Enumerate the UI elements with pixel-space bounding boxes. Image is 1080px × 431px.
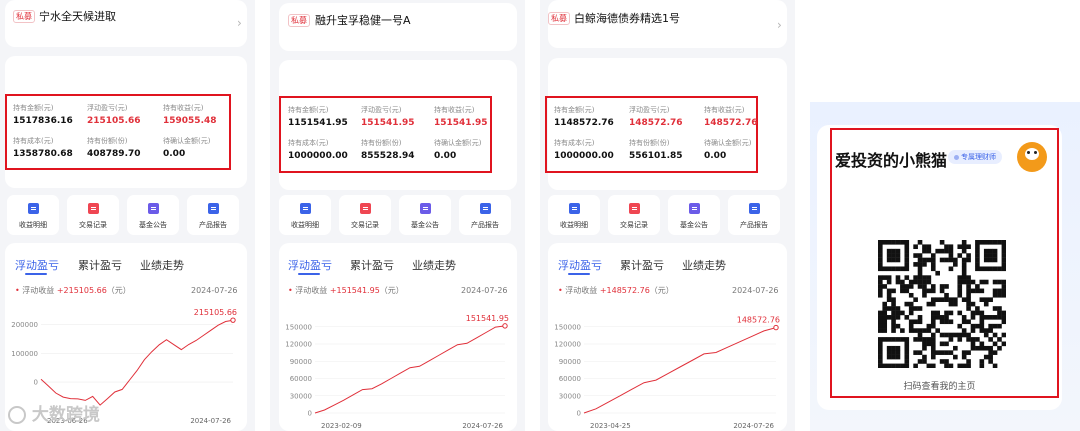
y-tick-label: 30000 <box>559 392 581 400</box>
holding-cell: 持有收益(元) 148572.76 <box>704 106 758 128</box>
x-tick-label: 2024-07-26 <box>733 422 774 430</box>
holding-cell: 持有份额(份) 408789.70 <box>87 137 141 159</box>
private-fund-tag: 私募 <box>288 14 310 27</box>
chevron-right-icon[interactable]: › <box>777 18 782 32</box>
y-tick-label: 60000 <box>559 375 581 383</box>
holding-cell: 待确认金额(元) 0.00 <box>704 139 752 161</box>
line-chart: 150000 120000 90000 60000 30000 0 148572.76 202… <box>554 316 780 430</box>
y-tick-label: 120000 <box>285 341 312 349</box>
holding-cell: 持有成本(元) 1358780.68 <box>13 137 73 159</box>
last-point <box>230 317 236 323</box>
trade-record-button[interactable]: 交易记录 <box>339 195 391 235</box>
chevron-right-icon[interactable]: › <box>237 16 242 30</box>
fund-announcement-button[interactable]: 基金公告 <box>668 195 720 235</box>
y-tick-label: 150000 <box>554 323 581 331</box>
fund-panel-3: 私募 白鲸海德债券精选1号 › 持有金额(元) 1148572.76 浮动盈亏(元… <box>540 0 795 431</box>
holding-cell: 浮动盈亏(元) 148572.76 <box>629 106 683 128</box>
holdings-highlight-box: 持有金额(元) 1148572.76 浮动盈亏(元) 148572.76 持有收益(… <box>545 96 758 173</box>
y-tick-label: 0 <box>577 410 581 418</box>
holding-cell: 持有收益(元) 159055.48 <box>163 104 217 126</box>
holding-cell: 持有金额(元) 1148572.76 <box>554 106 614 128</box>
holdings-highlight-box: 持有金额(元) 1517836.16 浮动盈亏(元) 215105.66 持有收益(… <box>5 94 231 170</box>
line-chart: 150000 120000 90000 60000 30000 0 151541.95 202… <box>285 314 509 430</box>
fund-announcement-button[interactable]: 基金公告 <box>127 195 179 235</box>
series-line <box>40 319 234 406</box>
x-tick-label: 2023-04-25 <box>590 422 631 430</box>
exchange-icon <box>360 203 371 214</box>
holdings-highlight-box: 持有金额(元) 1151541.95 浮动盈亏(元) 151541.95 持有收益(… <box>279 96 492 173</box>
x-tick-label: 2023-02-09 <box>321 422 362 430</box>
holding-cell: 浮动盈亏(元) 215105.66 <box>87 104 141 126</box>
y-tick-label: 90000 <box>559 358 581 366</box>
last-value-label: 215105.66 <box>194 308 237 317</box>
fund-panel-2: 私募 融升宝孚稳健一号A 持有金额(元) 1151541.95 浮动盈亏(元) 15… <box>270 0 525 431</box>
wallet-icon <box>28 203 39 214</box>
fund-header-card[interactable]: 私募 白鲸海德债券精选1号 › <box>548 0 787 48</box>
holding-cell: 浮动盈亏(元) 151541.95 <box>361 106 415 128</box>
wallet-icon <box>569 203 580 214</box>
holding-cell: 持有成本(元) 1000000.00 <box>288 139 348 161</box>
watermark: 大数跨境 <box>8 400 100 425</box>
y-tick-label: 90000 <box>290 358 312 366</box>
x-tick-label: 2024-07-26 <box>190 417 231 425</box>
document-icon <box>749 203 760 214</box>
message-icon <box>420 203 431 214</box>
holding-cell: 待确认金额(元) 0.00 <box>434 139 482 161</box>
trade-record-button[interactable]: 交易记录 <box>608 195 660 235</box>
fund-panel-1: 私募 宁水全天候进取 › 持有金额(元) 1517836.16 浮动盈亏(元) 21… <box>0 0 255 431</box>
product-report-button[interactable]: 产品报告 <box>459 195 511 235</box>
private-fund-tag: 私募 <box>548 12 570 25</box>
exchange-icon <box>88 203 99 214</box>
y-tick-label: 0 <box>34 379 38 387</box>
watermark-logo-icon <box>8 406 26 424</box>
holding-cell: 持有份额(份) 855528.94 <box>361 139 415 161</box>
holding-cell: 持有金额(元) 1151541.95 <box>288 106 348 128</box>
income-detail-button[interactable]: 收益明细 <box>548 195 600 235</box>
holding-cell: 持有金额(元) 1517836.16 <box>13 104 73 126</box>
document-icon <box>480 203 491 214</box>
last-point <box>502 323 508 329</box>
y-tick-label: 0 <box>308 410 312 418</box>
qr-highlight-box <box>830 128 1059 398</box>
y-tick-label: 60000 <box>290 375 312 383</box>
holding-cell: 待确认金额(元) 0.00 <box>163 137 211 159</box>
fund-name: 白鲸海德债券精选1号 <box>574 12 680 25</box>
y-tick-label: 100000 <box>11 350 38 358</box>
last-value-label: 148572.76 <box>737 316 780 325</box>
fund-announcement-button[interactable]: 基金公告 <box>399 195 451 235</box>
y-tick-label: 120000 <box>554 341 581 349</box>
fund-name: 宁水全天候进取 <box>39 10 116 23</box>
trade-record-button[interactable]: 交易记录 <box>67 195 119 235</box>
product-report-button[interactable]: 产品报告 <box>728 195 780 235</box>
x-tick-label: 2024-07-26 <box>462 422 503 430</box>
wallet-icon <box>300 203 311 214</box>
y-tick-label: 150000 <box>285 323 312 331</box>
product-report-button[interactable]: 产品报告 <box>187 195 239 235</box>
holding-cell: 持有收益(元) 151541.95 <box>434 106 488 128</box>
series-line <box>314 325 506 414</box>
private-fund-tag: 私募 <box>13 10 35 23</box>
document-icon <box>208 203 219 214</box>
income-detail-button[interactable]: 收益明细 <box>279 195 331 235</box>
fund-header-card[interactable]: 私募 宁水全天候进取 › <box>5 0 247 47</box>
chart-card: 浮动盈亏 累计盈亏 业绩走势 • 浮动收益 +151541.95（元） 2024… <box>279 243 517 431</box>
holding-cell: 持有成本(元) 1000000.00 <box>554 139 614 161</box>
fund-header-card[interactable]: 私募 融升宝孚稳健一号A <box>279 3 517 51</box>
y-tick-label: 200000 <box>11 321 38 329</box>
y-tick-label: 30000 <box>290 392 312 400</box>
holding-cell: 持有份额(份) 556101.85 <box>629 139 683 161</box>
fund-name: 融升宝孚稳健一号A <box>315 14 411 27</box>
message-icon <box>689 203 700 214</box>
message-icon <box>148 203 159 214</box>
income-detail-button[interactable]: 收益明细 <box>7 195 59 235</box>
exchange-icon <box>629 203 640 214</box>
last-point <box>773 324 779 331</box>
last-value-label: 151541.95 <box>466 314 509 323</box>
series-line <box>583 327 777 414</box>
chart-card: 浮动盈亏 累计盈亏 业绩走势 • 浮动收益 +148572.76（元） 2024… <box>548 243 787 431</box>
